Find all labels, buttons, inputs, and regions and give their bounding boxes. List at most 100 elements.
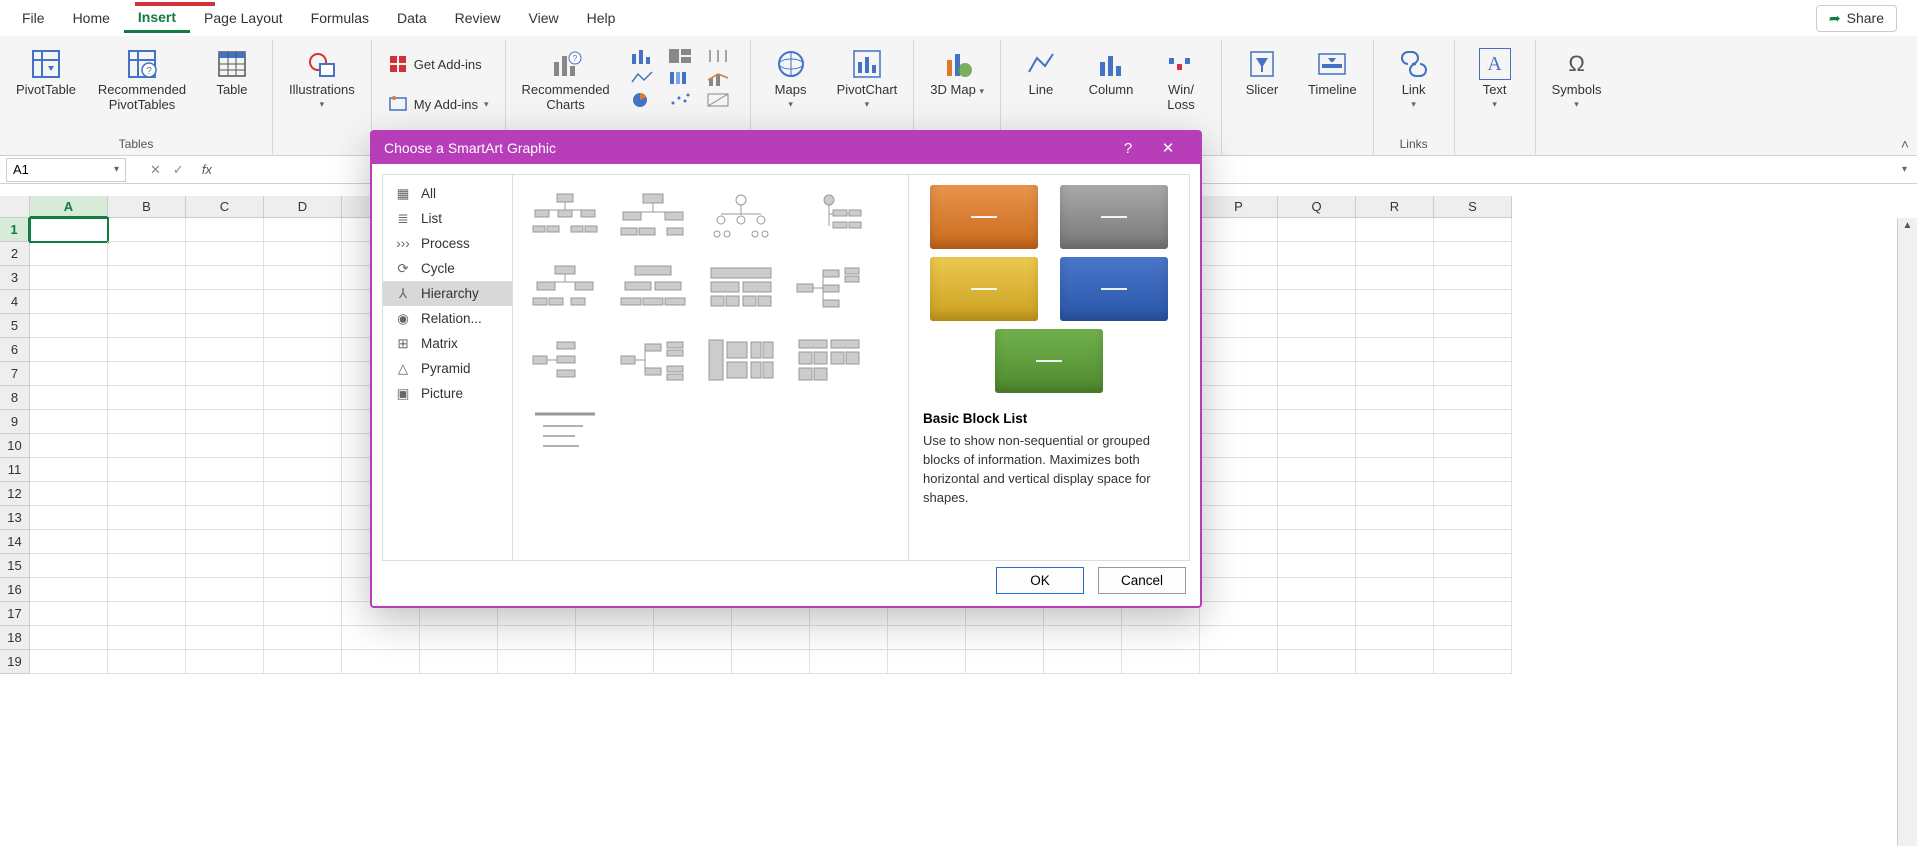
cell[interactable]	[108, 530, 186, 554]
fx-icon[interactable]: fx	[202, 162, 212, 177]
cell[interactable]	[1356, 506, 1434, 530]
recommended-charts-button[interactable]: ? Recommended Charts	[516, 44, 616, 116]
layout-org-chart[interactable]	[525, 187, 605, 247]
ok-button[interactable]: OK	[996, 567, 1084, 594]
cell[interactable]	[576, 650, 654, 674]
col-header-C[interactable]: C	[186, 196, 264, 218]
link-button[interactable]: Link ▾	[1384, 44, 1444, 114]
text-button[interactable]: A Text ▾	[1465, 44, 1525, 114]
cell[interactable]	[1356, 482, 1434, 506]
cell[interactable]	[30, 434, 108, 458]
cell[interactable]	[108, 362, 186, 386]
cell[interactable]	[1278, 362, 1356, 386]
cell[interactable]	[576, 626, 654, 650]
row-header-3[interactable]: 3	[0, 266, 30, 290]
recommended-pivottables-button[interactable]: ? Recommended PivotTables	[92, 44, 192, 116]
cell[interactable]	[1122, 626, 1200, 650]
cell[interactable]	[108, 554, 186, 578]
cell[interactable]	[1434, 290, 1512, 314]
cat-cycle[interactable]: ⟳Cycle	[383, 256, 512, 281]
cell[interactable]	[1434, 554, 1512, 578]
cell[interactable]	[1278, 338, 1356, 362]
cell[interactable]	[186, 386, 264, 410]
table-button[interactable]: Table	[202, 44, 262, 101]
cell[interactable]	[30, 386, 108, 410]
cell[interactable]	[1434, 506, 1512, 530]
cell[interactable]	[1200, 290, 1278, 314]
cell[interactable]	[264, 650, 342, 674]
cell[interactable]	[342, 626, 420, 650]
menu-view[interactable]: View	[515, 4, 573, 32]
cat-relationship[interactable]: ◉Relation...	[383, 306, 512, 331]
cell[interactable]	[1434, 458, 1512, 482]
cell[interactable]	[1044, 626, 1122, 650]
cell[interactable]	[30, 650, 108, 674]
name-box[interactable]: A1 ▾	[6, 158, 126, 182]
cell[interactable]	[30, 602, 108, 626]
cell[interactable]	[186, 338, 264, 362]
col-header-A[interactable]: A	[30, 196, 108, 218]
3d-map-button[interactable]: 3D Map ▾	[924, 44, 990, 101]
layout-horizontal-hierarchy-1[interactable]	[789, 259, 869, 319]
cell[interactable]	[30, 506, 108, 530]
col-header-D[interactable]: D	[264, 196, 342, 218]
cell[interactable]	[1356, 458, 1434, 482]
share-button[interactable]: ➦ Share	[1816, 5, 1897, 32]
cell[interactable]	[810, 626, 888, 650]
cell[interactable]	[732, 650, 810, 674]
cat-list[interactable]: ≣List	[383, 206, 512, 231]
cell[interactable]	[1356, 650, 1434, 674]
cell[interactable]	[264, 530, 342, 554]
layout-table-hierarchy[interactable]	[701, 259, 781, 319]
cat-all[interactable]: ▦All	[383, 181, 512, 206]
cell[interactable]	[1278, 650, 1356, 674]
layout-hierarchy-list[interactable]	[789, 331, 869, 391]
cell[interactable]	[1200, 218, 1278, 242]
row-header-12[interactable]: 12	[0, 482, 30, 506]
cell[interactable]	[264, 434, 342, 458]
pivottable-button[interactable]: PivotTable	[10, 44, 82, 101]
menu-help[interactable]: Help	[573, 4, 630, 32]
cell[interactable]	[654, 650, 732, 674]
cell[interactable]	[1200, 482, 1278, 506]
illustrations-button[interactable]: Illustrations ▾	[283, 44, 361, 114]
cell[interactable]	[264, 242, 342, 266]
cell[interactable]	[498, 650, 576, 674]
cell[interactable]	[264, 458, 342, 482]
cell[interactable]	[186, 242, 264, 266]
cell[interactable]	[1356, 554, 1434, 578]
layout-circle-hierarchy[interactable]	[701, 187, 781, 247]
cell[interactable]	[264, 626, 342, 650]
get-addins-button[interactable]: Get Add-ins	[382, 50, 488, 78]
slicer-button[interactable]: Slicer	[1232, 44, 1292, 101]
cell[interactable]	[1200, 602, 1278, 626]
cell[interactable]	[1200, 506, 1278, 530]
cell[interactable]	[264, 314, 342, 338]
cat-pyramid[interactable]: △Pyramid	[383, 356, 512, 381]
stock-chart-button[interactable]	[706, 48, 730, 64]
cell[interactable]	[186, 362, 264, 386]
cell[interactable]	[732, 626, 810, 650]
cell[interactable]	[1278, 410, 1356, 434]
row-header-4[interactable]: 4	[0, 290, 30, 314]
cell[interactable]	[1434, 242, 1512, 266]
cell[interactable]	[1434, 362, 1512, 386]
layout-horizontal-org[interactable]	[525, 331, 605, 391]
cell[interactable]	[108, 386, 186, 410]
timeline-button[interactable]: Timeline	[1302, 44, 1363, 101]
layout-name-title-org[interactable]	[613, 187, 693, 247]
vertical-scrollbar[interactable]: ▲	[1897, 218, 1917, 846]
maps-button[interactable]: Maps ▾	[761, 44, 821, 114]
cell[interactable]	[1356, 530, 1434, 554]
cell[interactable]	[186, 482, 264, 506]
menu-formulas[interactable]: Formulas	[297, 4, 383, 32]
cell[interactable]	[264, 506, 342, 530]
cell[interactable]	[1356, 602, 1434, 626]
row-header-2[interactable]: 2	[0, 242, 30, 266]
cell[interactable]	[264, 386, 342, 410]
row-header-6[interactable]: 6	[0, 338, 30, 362]
col-header-Q[interactable]: Q	[1278, 196, 1356, 218]
cell[interactable]	[186, 458, 264, 482]
collapse-ribbon-button[interactable]: ˄	[1901, 136, 1909, 152]
layout-horizontal-labeled[interactable]	[701, 331, 781, 391]
